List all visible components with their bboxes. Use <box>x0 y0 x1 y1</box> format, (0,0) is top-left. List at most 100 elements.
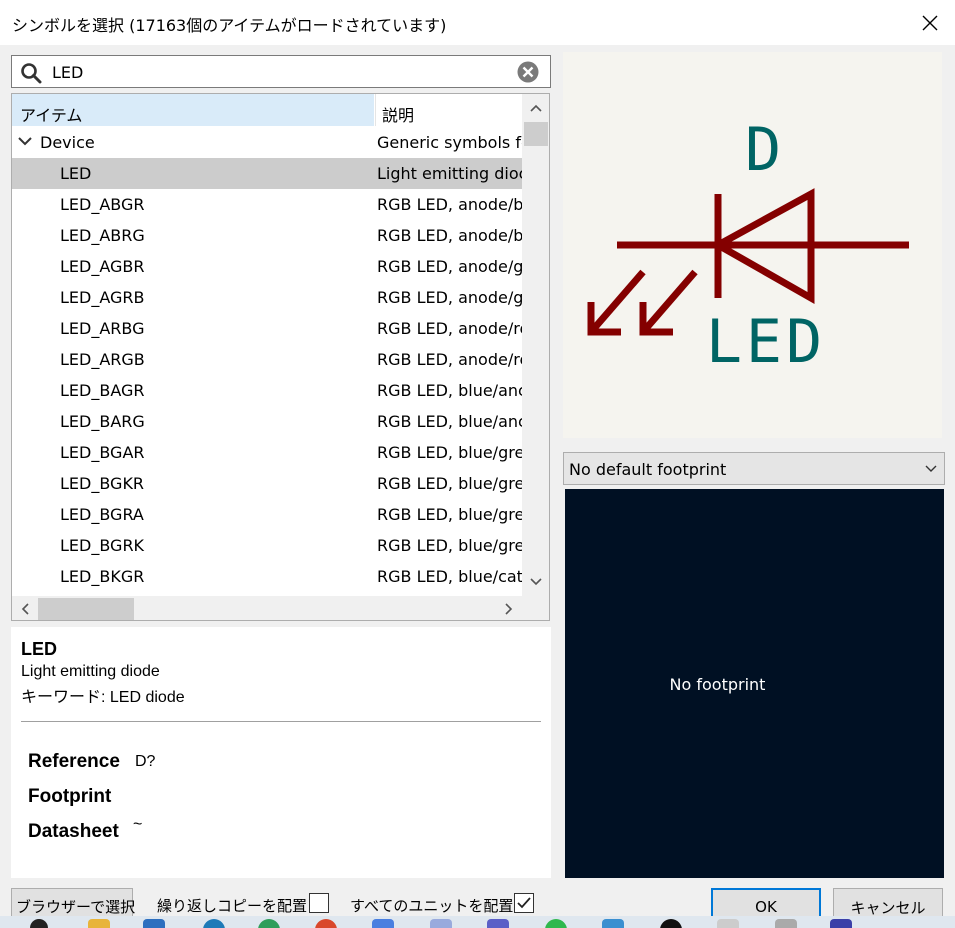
chat-icon[interactable] <box>372 919 394 928</box>
chevron-left-icon <box>21 603 29 615</box>
repeat-copy-checkbox[interactable] <box>309 893 329 913</box>
tree-group-device[interactable]: Device Generic symbols fo <box>12 127 522 158</box>
row-name: LED_BGRA <box>60 505 144 524</box>
tree-row[interactable]: LED Light emitting dioc <box>12 158 522 189</box>
row-name: LED_BGKR <box>60 474 145 493</box>
store-icon[interactable] <box>143 919 165 928</box>
chevron-down-icon <box>925 465 937 472</box>
tree-row[interactable]: LED_ABRG RGB LED, anode/b <box>12 220 522 251</box>
chevron-down-icon <box>530 578 542 586</box>
tree-row[interactable]: LED_BKGR RGB LED, blue/cath <box>12 561 522 592</box>
symbol-reference-text: D <box>745 115 781 185</box>
search-icon[interactable] <box>30 919 48 928</box>
row-description: RGB LED, blue/gre <box>377 505 522 524</box>
horizontal-scroll-thumb[interactable] <box>38 598 134 620</box>
symbol-keywords: キーワード: LED diode <box>21 689 185 706</box>
lock-icon[interactable] <box>430 919 452 928</box>
footprint-preview: No footprint <box>565 489 944 878</box>
scroll-left-button[interactable] <box>12 596 38 620</box>
tree-row[interactable]: LED_BGRK RGB LED, blue/gre <box>12 530 522 561</box>
tree-row[interactable]: LED_BGRA RGB LED, blue/gre <box>12 499 522 530</box>
tree-row[interactable]: LED_BGKR RGB LED, blue/gre <box>12 468 522 499</box>
vertical-scroll-thumb[interactable] <box>524 122 548 146</box>
row-description: RGB LED, anode/b <box>377 195 522 214</box>
row-name: LED_BKGR <box>60 567 145 586</box>
scrollbar-corner <box>522 596 549 620</box>
row-description: RGB LED, blue/anc <box>377 381 522 400</box>
row-description: RGB LED, blue/cath <box>377 567 522 586</box>
title-bar: シンボルを選択 (17163個のアイテムがロードされています) <box>0 0 955 45</box>
tree-header: アイテム 説明 <box>12 94 525 126</box>
row-name: LED_BARG <box>60 412 145 431</box>
row-description: RGB LED, anode/g <box>377 257 522 276</box>
field-label-footprint: Footprint <box>28 786 112 807</box>
app-icon-2[interactable] <box>775 919 797 928</box>
scroll-down-button[interactable] <box>522 568 549 596</box>
app-icon[interactable] <box>315 919 337 928</box>
chevron-down-icon[interactable] <box>18 137 32 147</box>
chrome-icon[interactable] <box>258 919 280 928</box>
teams-icon[interactable] <box>487 919 509 928</box>
row-name: LED_BAGR <box>60 381 145 400</box>
footprint-select-value: No default footprint <box>569 460 727 479</box>
row-description: Light emitting dioc <box>377 164 522 183</box>
close-button[interactable] <box>905 0 955 45</box>
close-icon <box>922 15 938 30</box>
repeat-copy-label: 繰り返しコピーを配置 <box>157 897 308 915</box>
search-input[interactable] <box>52 60 512 84</box>
symbol-tree: アイテム 説明 Device Generic symbols fo LED Lig… <box>11 93 550 621</box>
column-header-description[interactable]: 説明 <box>375 94 525 126</box>
window-title: シンボルを選択 (17163個のアイテムがロードされています) <box>12 16 447 35</box>
search-box <box>11 55 551 88</box>
row-description: RGB LED, blue/gre <box>377 474 522 493</box>
column-header-item[interactable]: アイテム <box>12 94 374 126</box>
row-name: LED_BGRK <box>60 536 145 555</box>
field-label-datasheet: Datasheet <box>28 821 119 842</box>
all-units-label: すべてのユニットを配置 <box>350 897 514 915</box>
symbol-preview: D LED <box>563 52 942 438</box>
line-icon[interactable] <box>545 919 567 928</box>
row-name: LED_AGRB <box>60 288 145 307</box>
settings-icon[interactable] <box>602 919 624 928</box>
symbol-name: LED <box>21 639 57 659</box>
tree-row[interactable]: LED_AGBR RGB LED, anode/g <box>12 251 522 282</box>
tree-row[interactable]: LED_BGAR RGB LED, blue/gre <box>12 437 522 468</box>
scroll-up-button[interactable] <box>522 94 549 122</box>
chevron-right-icon <box>505 603 513 615</box>
tree-row[interactable]: LED_BARG RGB LED, blue/anc <box>12 406 522 437</box>
symbol-info-panel: LED Light emitting diode キーワード: LED diod… <box>11 627 551 878</box>
scroll-right-button[interactable] <box>496 596 522 620</box>
tree-row[interactable]: LED_ARGB RGB LED, anode/re <box>12 344 522 375</box>
all-units-checkbox[interactable] <box>514 893 534 913</box>
github-icon[interactable] <box>660 919 682 928</box>
divider <box>21 721 541 722</box>
symbol-value-text: LED <box>706 307 826 377</box>
row-name: LED_ARGB <box>60 350 145 369</box>
group-description: Generic symbols fo <box>377 133 522 152</box>
row-description: RGB LED, anode/re <box>377 350 522 369</box>
symbol-description: Light emitting diode <box>21 663 160 680</box>
folder-icon[interactable] <box>88 919 110 928</box>
field-value-reference: D? <box>135 753 156 770</box>
vertical-scrollbar[interactable] <box>522 94 549 599</box>
horizontal-scrollbar[interactable] <box>12 596 522 620</box>
clear-icon[interactable] <box>517 61 539 83</box>
row-name: LED_AGBR <box>60 257 145 276</box>
kicad-icon[interactable] <box>830 919 852 928</box>
tree-row[interactable]: LED_ARBG RGB LED, anode/re <box>12 313 522 344</box>
tree-row[interactable]: LED_BAGR RGB LED, blue/anc <box>12 375 522 406</box>
row-name: LED_ABRG <box>60 226 145 245</box>
no-footprint-text: No footprint <box>669 675 766 694</box>
tree-rows: Device Generic symbols fo LED Light emitt… <box>12 127 522 599</box>
footprint-select[interactable]: No default footprint <box>563 452 945 485</box>
tree-row[interactable]: LED_AGRB RGB LED, anode/g <box>12 282 522 313</box>
group-name: Device <box>40 133 95 152</box>
field-label-reference: Reference <box>28 751 120 772</box>
tree-row[interactable]: LED_ABGR RGB LED, anode/b <box>12 189 522 220</box>
search-icon <box>21 63 42 84</box>
file-icon[interactable] <box>717 919 739 928</box>
field-value-datasheet: ~ <box>133 816 143 833</box>
checkmark-icon <box>517 897 531 909</box>
row-name: LED_BGAR <box>60 443 145 462</box>
browser-icon[interactable] <box>203 919 225 928</box>
